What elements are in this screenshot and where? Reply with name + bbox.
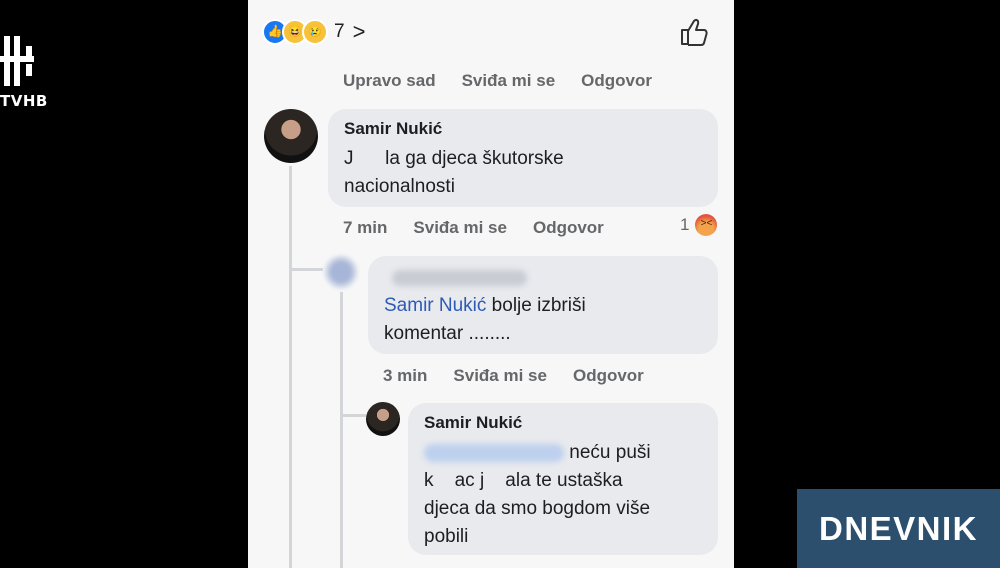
reaction-count: 1 bbox=[680, 215, 690, 234]
sad-reaction-icon: 😢 bbox=[302, 19, 328, 45]
thread-connector bbox=[289, 268, 323, 271]
thread-line bbox=[289, 166, 292, 568]
reply-button[interactable]: Odgovor bbox=[533, 218, 604, 238]
comment-text: neću puši k ac j ala te ustaška djeca da… bbox=[424, 442, 651, 547]
channel-logo-text: TVHB bbox=[0, 92, 48, 110]
channel-logo: TVHB bbox=[0, 30, 47, 120]
thumbs-up-icon[interactable] bbox=[678, 16, 710, 48]
like-button[interactable]: Sviđa mi se bbox=[462, 71, 556, 91]
comment-bubble: Samir Nukić J la ga djeca škutorske naci… bbox=[328, 109, 718, 207]
comment-time: 7 min bbox=[343, 218, 388, 237]
angry-reaction-icon: >< bbox=[695, 214, 718, 236]
redacted-mention bbox=[424, 443, 564, 462]
reply-button[interactable]: Odgovor bbox=[573, 366, 644, 386]
avatar[interactable] bbox=[366, 402, 400, 436]
comment-text: J la ga djeca škutorske nacionalnosti bbox=[344, 148, 564, 197]
like-button[interactable]: Sviđa mi se bbox=[413, 218, 507, 238]
comment-bubble: Samir Nukić neću puši k ac j ala te usta… bbox=[408, 403, 718, 555]
show-label-badge: DNEVNIK bbox=[797, 489, 1000, 568]
reply-button[interactable]: Odgovor bbox=[581, 71, 652, 91]
comment-author[interactable]: Samir Nukić bbox=[344, 119, 702, 139]
comment-time: Upravo sad bbox=[343, 71, 436, 90]
top-comment-actions: Upravo sad Sviđa mi se Odgovor bbox=[343, 71, 652, 91]
comment-author[interactable]: Samir Nukić bbox=[424, 413, 702, 433]
tvhb-logo-icon bbox=[0, 36, 34, 86]
chevron-right-icon[interactable]: > bbox=[353, 19, 366, 45]
mention-link[interactable]: Samir Nukić bbox=[384, 295, 486, 316]
facebook-comments-screenshot: 👍 😆 😢 7 > Upravo sad Sviđa mi se Odgovor… bbox=[248, 0, 734, 568]
avatar[interactable] bbox=[324, 255, 358, 289]
comment-actions: 7 min Sviđa mi se Odgovor bbox=[343, 218, 604, 238]
avatar[interactable] bbox=[264, 109, 318, 163]
comment-time: 3 min bbox=[383, 366, 428, 385]
redacted-author-name bbox=[392, 270, 527, 286]
thread-line bbox=[340, 292, 343, 568]
reaction-count: 7 bbox=[334, 21, 345, 42]
comment-text: Samir Nukić bolje izbriši komentar .....… bbox=[384, 295, 586, 344]
reactions-summary[interactable]: 👍 😆 😢 7 > bbox=[262, 18, 365, 46]
comment-reactions[interactable]: 1 >< bbox=[680, 214, 718, 236]
comment-actions: 3 min Sviđa mi se Odgovor bbox=[383, 366, 644, 386]
thread-connector bbox=[340, 414, 366, 417]
comment-bubble: Samir Nukić bolje izbriši komentar .....… bbox=[368, 256, 718, 354]
like-button[interactable]: Sviđa mi se bbox=[453, 366, 547, 386]
